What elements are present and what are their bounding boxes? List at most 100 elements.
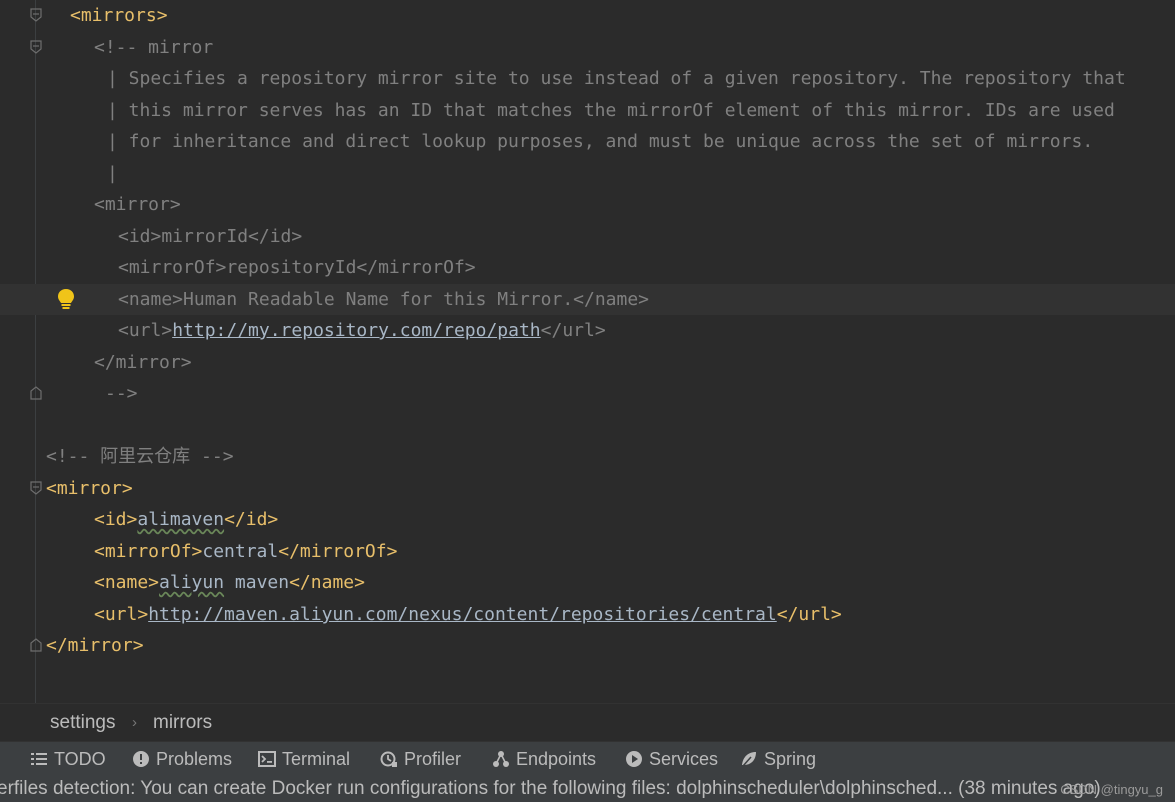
xml-comment: <url> — [118, 320, 173, 341]
xml-comment: | for inheritance and direct lookup purp… — [107, 131, 1094, 152]
url-link[interactable]: http://maven.aliyun.com/nexus/content/re… — [148, 604, 777, 625]
xml-tag: </mirror> — [46, 635, 144, 656]
xml-comment: <name>Human Readable Name for this Mirro… — [118, 289, 650, 310]
xml-comment: <mirror> — [94, 194, 181, 215]
code-line[interactable]: <mirror> — [0, 189, 1175, 220]
xml-comment: | Specifies a repository mirror site to … — [107, 68, 1126, 89]
code-line[interactable]: | for inheritance and direct lookup purp… — [0, 126, 1175, 157]
code-line[interactable]: <mirrorOf>repositoryId</mirrorOf> — [0, 252, 1175, 283]
xml-text: central — [202, 541, 279, 562]
code-content: --> — [105, 378, 138, 409]
status-bar: erfiles detection: You can create Docker… — [0, 775, 1175, 802]
endpoints-icon — [493, 751, 509, 767]
code-line[interactable]: <!-- 阿里云仓库 --> — [0, 441, 1175, 472]
code-line[interactable]: <id>mirrorId</id> — [0, 221, 1175, 252]
tool-label: Terminal — [282, 749, 351, 769]
code-content: | — [107, 158, 118, 189]
url-link[interactable]: http://my.repository.com/repo/path — [172, 320, 540, 341]
breadcrumb-separator: › — [132, 714, 137, 731]
list-icon — [31, 753, 47, 765]
code-content: | Specifies a repository mirror site to … — [107, 63, 1126, 94]
tool-services-button[interactable]: Services — [625, 748, 718, 770]
code-content: <mirror> — [46, 473, 133, 504]
xml-tag: <mirror> — [46, 478, 133, 499]
code-editor[interactable]: <mirrors> <!-- mirror | Specifies a reposi… — [0, 0, 1175, 703]
code-line[interactable]: <mirrors> — [0, 0, 1175, 31]
xml-tag: <name> — [94, 572, 160, 593]
xml-comment: | this mirror serves has an ID that matc… — [107, 100, 1115, 121]
tool-label: Services — [649, 749, 719, 769]
xml-comment: <!-- mirror — [94, 37, 214, 58]
code-content: <!-- 阿里云仓库 --> — [46, 441, 234, 472]
code-content: <id>alimaven</id> — [94, 504, 278, 535]
code-line[interactable]: <name>Human Readable Name for this Mirro… — [0, 284, 1175, 315]
terminal-icon — [258, 751, 276, 767]
code-content: <!-- mirror — [94, 32, 213, 63]
fold-open-icon[interactable] — [30, 8, 42, 22]
xml-text: alimaven — [137, 509, 225, 530]
fold-open-icon[interactable] — [30, 481, 42, 495]
code-line[interactable]: <url>http://my.repository.com/repo/path<… — [0, 315, 1175, 346]
xml-text: aliyun — [159, 572, 225, 593]
xml-tag: <mirrorOf> — [94, 541, 203, 562]
tool-label: Problems — [156, 749, 233, 769]
code-line[interactable] — [0, 410, 1175, 441]
code-line[interactable]: --> — [0, 378, 1175, 409]
fold-open-icon[interactable] — [30, 40, 42, 54]
code-content: <mirrorOf>repositoryId</mirrorOf> — [118, 252, 476, 283]
code-line[interactable]: | Specifies a repository mirror site to … — [0, 63, 1175, 94]
tool-label: Profiler — [404, 749, 462, 769]
code-line[interactable]: </mirror> — [0, 347, 1175, 378]
xml-comment: --> — [105, 383, 138, 404]
services-icon — [626, 751, 642, 767]
xml-tag: <id> — [94, 509, 138, 530]
tool-todo-button[interactable]: TODO — [30, 748, 106, 770]
code-line[interactable]: | — [0, 158, 1175, 189]
spring-leaf-icon — [742, 752, 756, 767]
code-line[interactable]: <mirror> — [0, 473, 1175, 504]
tool-label: Spring — [764, 749, 817, 769]
breadcrumb-item-mirrors[interactable]: mirrors — [153, 712, 212, 734]
lightbulb-icon[interactable] — [56, 288, 76, 312]
xml-tag: <url> — [94, 604, 149, 625]
code-line[interactable]: <mirrorOf>central</mirrorOf> — [0, 536, 1175, 567]
profiler-icon — [380, 751, 397, 767]
code-line[interactable]: <url>http://maven.aliyun.com/nexus/conte… — [0, 599, 1175, 630]
code-line[interactable]: <!-- mirror — [0, 32, 1175, 63]
alert-circle-icon — [133, 751, 149, 767]
fold-end-icon[interactable] — [30, 638, 42, 652]
code-content: | for inheritance and direct lookup purp… — [107, 126, 1093, 157]
code-content: </mirror> — [46, 630, 144, 661]
xml-comment: <id>mirrorId</id> — [118, 226, 303, 247]
tool-endpoints-button[interactable]: Endpoints — [492, 748, 596, 770]
code-content: <id>mirrorId</id> — [118, 221, 302, 252]
xml-comment: </mirror> — [94, 352, 192, 373]
breadcrumb: settings › mirrors — [0, 703, 1175, 742]
tool-spring-button[interactable]: Spring — [740, 748, 816, 770]
code-content: <name>aliyun maven</name> — [94, 567, 365, 598]
code-content: <url>http://maven.aliyun.com/nexus/conte… — [94, 599, 842, 630]
xml-tag: </mirrorOf> — [278, 541, 398, 562]
tool-problems-button[interactable]: Problems — [132, 748, 232, 770]
xml-comment: | — [107, 163, 118, 184]
watermark: CSDN @tingyu_g — [1060, 782, 1163, 797]
code-content: <url>http://my.repository.com/repo/path<… — [118, 315, 606, 346]
code-line[interactable]: </mirror> — [0, 630, 1175, 661]
breadcrumb-item-settings[interactable]: settings — [50, 712, 115, 734]
code-line[interactable]: | this mirror serves has an ID that matc… — [0, 95, 1175, 126]
xml-tag: <mirrors> — [70, 5, 168, 26]
tool-profiler-button[interactable]: Profiler — [380, 748, 461, 770]
status-message[interactable]: erfiles detection: You can create Docker… — [0, 775, 1101, 802]
code-content: | this mirror serves has an ID that matc… — [107, 95, 1115, 126]
code-line[interactable]: <name>aliyun maven</name> — [0, 567, 1175, 598]
xml-comment: <!-- 阿里云仓库 --> — [46, 446, 234, 467]
xml-comment: </url> — [540, 320, 606, 341]
tool-label: TODO — [54, 749, 106, 769]
fold-end-icon[interactable] — [30, 386, 42, 400]
tool-terminal-button[interactable]: Terminal — [258, 748, 350, 770]
code-line[interactable]: <id>alimaven</id> — [0, 504, 1175, 535]
code-content: <mirrorOf>central</mirrorOf> — [94, 536, 397, 567]
code-content: <name>Human Readable Name for this Mirro… — [118, 284, 649, 315]
xml-tag: </name> — [289, 572, 365, 593]
code-content: </mirror> — [94, 347, 192, 378]
